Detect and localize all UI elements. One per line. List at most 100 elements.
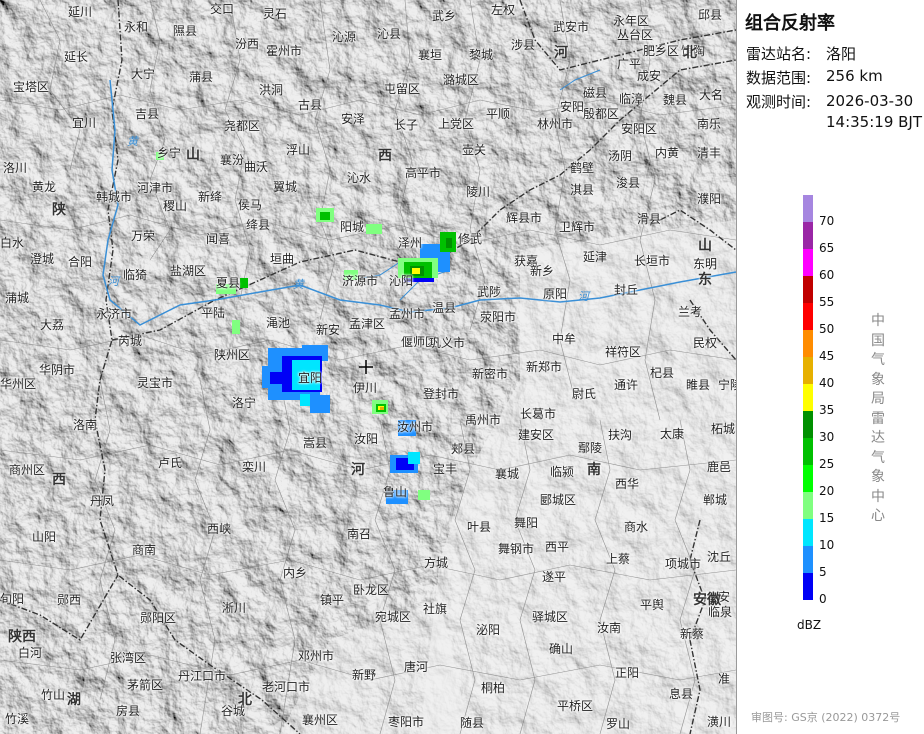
place-label: 陵川 bbox=[466, 185, 491, 199]
place-label: 项城市 bbox=[665, 557, 702, 571]
scale-swatch bbox=[803, 438, 813, 465]
province-label: 湖 bbox=[67, 692, 81, 708]
place-label: 延长 bbox=[64, 50, 89, 64]
place-label: 林州市 bbox=[537, 117, 574, 131]
place-label: 驿城区 bbox=[532, 610, 569, 624]
scale-swatch bbox=[803, 195, 813, 222]
place-label: 巩义市 bbox=[429, 336, 466, 350]
place-label: 邓州市 bbox=[298, 649, 335, 663]
place-label: 郧西 bbox=[57, 593, 82, 607]
place-label: 屯留区 bbox=[384, 82, 421, 96]
range-value: 256 km bbox=[826, 67, 883, 85]
radar-map[interactable]: 延川 交口 灵石 武乡 左权 武安市 永年区 丛台区 邱县 永和 隰县 汾西 霍州市 沁源 沁县 襄垣 黎城 涉县… bbox=[0, 0, 736, 734]
place-label: 商州区 bbox=[9, 463, 46, 477]
place-label: 郏县 bbox=[451, 442, 476, 456]
place-label: 安阳区 bbox=[621, 122, 658, 136]
place-label: 潞城区 bbox=[443, 73, 480, 87]
scale-swatch bbox=[803, 411, 813, 438]
place-label: 平陆 bbox=[201, 306, 226, 320]
place-label: 沁源 bbox=[332, 30, 357, 44]
scale-swatch bbox=[803, 249, 813, 276]
scale-swatch bbox=[803, 573, 813, 600]
place-label: 卫辉市 bbox=[559, 220, 596, 234]
place-label: 老河口市 bbox=[262, 680, 311, 694]
place-label: 白河 bbox=[18, 646, 43, 660]
place-label: 新密市 bbox=[472, 367, 509, 381]
place-label: 郾城区 bbox=[540, 493, 577, 507]
place-label: 涉县 bbox=[511, 38, 536, 52]
place-label: 社旗 bbox=[423, 602, 448, 616]
province-label: 河 bbox=[351, 462, 365, 478]
place-label: 濮阳 bbox=[697, 192, 722, 206]
place-label: 吉县 bbox=[135, 107, 160, 121]
place-label: 新绛 bbox=[198, 190, 223, 204]
place-label: 澄城 bbox=[30, 252, 55, 266]
scale-tick-label: 50 bbox=[819, 322, 835, 336]
place-label: 滑县 bbox=[637, 212, 662, 226]
place-label: 舞钢市 bbox=[498, 542, 535, 556]
place-label: 永济市 bbox=[96, 307, 133, 321]
place-label: 武安市 bbox=[553, 20, 590, 34]
place-label: 修武 bbox=[458, 232, 483, 246]
place-label: 丛台区 bbox=[617, 28, 654, 42]
scale-tick-label: 30 bbox=[819, 430, 835, 444]
place-label: 安泽 bbox=[341, 112, 366, 126]
place-label: 左权 bbox=[491, 3, 516, 17]
place-label: 汝阳 bbox=[354, 432, 379, 446]
place-label: 宁陵 bbox=[718, 378, 736, 392]
place-label: 沁阳 bbox=[389, 274, 414, 288]
place-label: 中牟 bbox=[552, 332, 577, 346]
place-label: 祥符区 bbox=[605, 345, 642, 359]
scale-tick-label: 65 bbox=[819, 241, 835, 255]
place-label: 唐河 bbox=[404, 660, 429, 674]
scale-swatch bbox=[803, 492, 813, 519]
place-label: 宛城区 bbox=[375, 610, 412, 624]
river-label: 黄 bbox=[293, 278, 304, 291]
place-label: 原阳 bbox=[543, 287, 568, 301]
place-label: 确山 bbox=[549, 642, 574, 656]
place-label: 伊川 bbox=[353, 381, 378, 395]
place-label: 南乐 bbox=[697, 117, 722, 131]
map-approval-number: 审图号: GS京 (2022) 0372号 bbox=[751, 711, 901, 724]
place-label: 尧都区 bbox=[224, 119, 261, 133]
place-label: 郧阳区 bbox=[140, 611, 177, 625]
place-label: 大宁 bbox=[131, 67, 156, 81]
place-label: 延川 bbox=[68, 5, 93, 19]
place-label: 太康 bbox=[660, 427, 685, 441]
place-label: 阳城 bbox=[340, 220, 365, 234]
product-title: 组合反射率 bbox=[745, 13, 835, 34]
place-label: 鹿邑 bbox=[707, 460, 732, 474]
place-label: 磁县 bbox=[583, 86, 608, 100]
place-label: 蒲县 bbox=[189, 70, 214, 84]
scale-tick-label: 55 bbox=[819, 295, 835, 309]
province-label: 南 bbox=[587, 462, 601, 478]
place-label: 白水 bbox=[0, 236, 25, 250]
place-label: 高平市 bbox=[405, 166, 442, 180]
place-label: 宝丰 bbox=[433, 462, 458, 476]
place-label: 霍州市 bbox=[266, 44, 303, 58]
place-label: 辉县市 bbox=[506, 211, 543, 225]
place-label: 上蔡 bbox=[606, 552, 631, 566]
place-label: 舞阳 bbox=[514, 516, 539, 530]
place-label: 罗山 bbox=[606, 717, 631, 731]
place-label: 大名 bbox=[699, 88, 724, 102]
place-label: 洛南 bbox=[73, 418, 98, 432]
place-label: 肥乡区 bbox=[643, 44, 680, 58]
place-label: 茅箭区 bbox=[127, 678, 164, 692]
province-label: 西 bbox=[378, 148, 392, 164]
place-label: 建安区 bbox=[518, 428, 555, 442]
place-label: 封丘 bbox=[614, 283, 639, 297]
place-label: 交口 bbox=[210, 2, 235, 16]
place-label: 鹤壁 bbox=[570, 161, 595, 175]
place-label: 通许 bbox=[614, 378, 639, 392]
river-label: 黄 bbox=[127, 135, 138, 148]
scale-tick-label: 20 bbox=[819, 484, 835, 498]
scale-tick-label: 45 bbox=[819, 349, 835, 363]
scale-unit: dBZ bbox=[797, 618, 822, 632]
place-label: 叶县 bbox=[467, 520, 492, 534]
place-label: 邱县 bbox=[698, 8, 723, 22]
place-label: 枣阳市 bbox=[388, 715, 425, 729]
place-label: 绛县 bbox=[246, 218, 271, 232]
scale-swatch bbox=[803, 330, 813, 357]
place-label: 稷山 bbox=[163, 199, 188, 213]
